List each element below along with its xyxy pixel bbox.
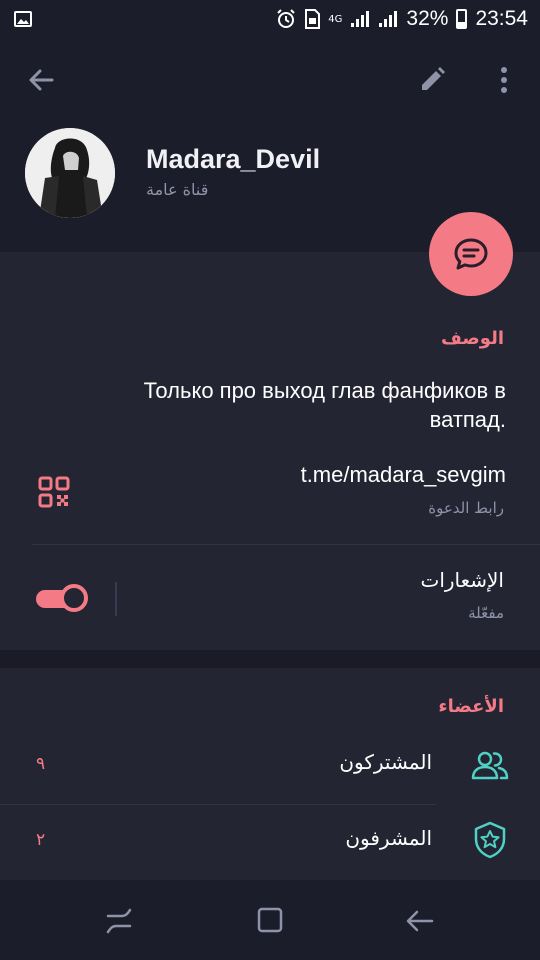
members-title: الأعضاء <box>438 696 504 717</box>
chat-bubble-icon <box>454 238 488 270</box>
back-nav-button[interactable] <box>400 904 440 938</box>
avatar-image <box>25 128 115 218</box>
more-options-button[interactable] <box>490 62 518 98</box>
channel-type: قناة عامة <box>146 180 209 199</box>
edit-button[interactable] <box>414 62 450 98</box>
vertical-separator <box>115 582 117 616</box>
back-button[interactable] <box>24 62 60 98</box>
pencil-icon <box>422 67 445 90</box>
notifications-title: الإشعارات <box>420 568 504 592</box>
invite-link[interactable]: t.me/madara_sevgim <box>301 462 506 488</box>
signal-icon-secondary <box>378 10 398 28</box>
notifications-status: مفعّلة <box>468 604 504 622</box>
signal-icon <box>350 10 370 28</box>
alarm-icon <box>276 9 296 29</box>
arrow-left-icon <box>29 69 54 91</box>
channel-description: Только про выход глав фанфиков в ватпад. <box>143 378 506 432</box>
members-section: الأعضاء المشتركون ٩ المشرفون ٢ <box>0 668 540 880</box>
channel-info-section: الوصف Только про выход глав фанфиков в в… <box>0 252 540 650</box>
battery-percent: 32% <box>406 7 449 30</box>
toggle-knob <box>60 584 88 612</box>
arrow-left-icon <box>406 910 434 932</box>
subscribers-count: ٩ <box>36 754 46 774</box>
description-title: الوصف <box>440 328 504 349</box>
subscribers-label: المشتركون <box>339 750 432 774</box>
section-gap <box>0 650 540 668</box>
network-type: 4G <box>328 13 343 25</box>
system-navigation-bar <box>0 880 540 960</box>
divider <box>0 804 436 805</box>
message-button[interactable] <box>429 212 513 296</box>
home-icon <box>257 907 283 933</box>
invite-link-label: رابط الدعوة <box>428 499 504 517</box>
battery-icon <box>456 9 468 29</box>
more-vertical-icon <box>501 67 507 93</box>
home-button[interactable] <box>250 904 290 938</box>
gallery-icon <box>14 11 32 27</box>
recent-apps-icon <box>106 908 132 934</box>
channel-name: Madara_Devil <box>146 144 321 174</box>
people-icon <box>470 746 510 786</box>
divider <box>32 544 540 545</box>
admin-shield-icon <box>470 820 510 860</box>
channel-avatar[interactable] <box>25 128 115 218</box>
notifications-toggle[interactable] <box>36 584 88 612</box>
recent-apps-button[interactable] <box>100 904 140 938</box>
qr-code-button[interactable] <box>38 476 70 508</box>
sim-card-icon <box>304 9 321 29</box>
admins-count: ٢ <box>36 830 46 850</box>
status-bar: 4G 32% 23:54 <box>0 0 540 38</box>
qr-code-icon <box>38 476 70 508</box>
admins-label: المشرفون <box>345 826 432 850</box>
clock: 23:54 <box>475 7 528 30</box>
